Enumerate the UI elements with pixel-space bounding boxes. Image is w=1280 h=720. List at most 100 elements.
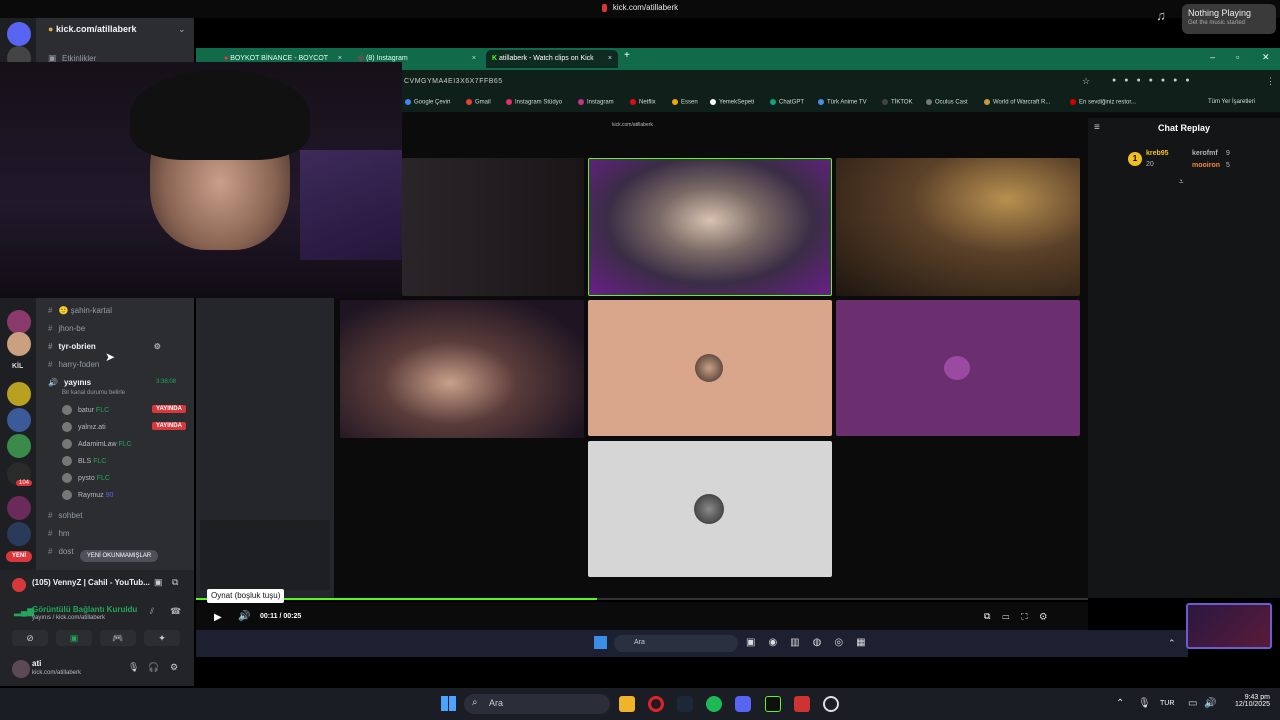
discord-icon[interactable] <box>735 696 751 712</box>
windows-icon[interactable] <box>594 636 607 649</box>
screen-share-button[interactable]: ▣ <box>56 630 92 646</box>
volume-icon[interactable]: 🔊 <box>1204 698 1216 709</box>
popout-icon[interactable]: ⧉ <box>172 577 178 588</box>
music-note-icon[interactable]: ♫ <box>1150 8 1172 30</box>
bookmark[interactable]: Gmail <box>466 99 491 106</box>
play-button[interactable]: ▶ <box>214 612 222 623</box>
chevron-up-icon[interactable]: ⌃ <box>1116 698 1124 709</box>
url-text[interactable]: CVMGYMA4EI3X6X7FFB65 <box>404 78 503 85</box>
taskbar-search[interactable]: Ara <box>464 694 610 714</box>
close-window-button[interactable]: ✕ <box>1262 52 1270 63</box>
chevron-up-icon[interactable]: ⌃ <box>1168 638 1176 649</box>
microphone-icon[interactable]: 🎙 <box>1138 698 1151 709</box>
close-icon[interactable]: × <box>608 50 612 68</box>
username[interactable]: ati <box>32 659 41 668</box>
camera-off-button[interactable]: ⊘ <box>12 630 48 646</box>
bookmark[interactable]: Essen <box>672 99 698 106</box>
voice-user[interactable]: BLS FLC <box>62 456 106 466</box>
bookmark[interactable]: Türk Anime TV <box>818 99 867 106</box>
inner-search[interactable]: Ara <box>614 635 738 652</box>
screen-icon[interactable]: ▣ <box>154 577 163 588</box>
now-playing-widget[interactable]: Nothing Playing Get the music started <box>1182 4 1276 34</box>
bookmark[interactable]: Oculus Cast <box>926 99 968 106</box>
bookmark[interactable]: ChatGPT <box>770 99 804 106</box>
language-indicator[interactable]: TUR <box>1160 700 1174 707</box>
soundboard-button[interactable]: ✦ <box>144 630 180 646</box>
activity-button[interactable]: 🎮 <box>100 630 136 646</box>
voice-user[interactable]: Raymuz 90 <box>62 490 113 500</box>
minimize-button[interactable]: – <box>1210 52 1215 62</box>
activity-title[interactable]: (105) VennyZ | Cahil - YouTub... <box>32 578 150 587</box>
bookmark[interactable]: Google Çeviri <box>405 99 450 106</box>
voice-user[interactable]: batur FLC <box>62 405 109 415</box>
maximize-button[interactable]: ▫ <box>1236 52 1239 62</box>
avatar[interactable] <box>12 660 30 678</box>
collapse-chat-icon[interactable]: ≡ <box>1094 122 1100 133</box>
chat-user[interactable]: mooiron <box>1192 162 1220 169</box>
bookmark[interactable]: TİKTOK <box>882 99 913 106</box>
player-right-controls[interactable]: ⧉▭⛶⚙ <box>984 611 1059 622</box>
server-name[interactable]: ● kick.com/atillaberk <box>48 24 137 34</box>
bookmark[interactable]: Netflix <box>630 99 656 106</box>
server-icon[interactable] <box>7 496 31 520</box>
new-badge[interactable]: YENİ <box>6 551 32 562</box>
channel-item[interactable]: # jhon-be <box>48 324 85 333</box>
app-icon[interactable] <box>794 696 810 712</box>
video-tile[interactable] <box>340 300 584 438</box>
channel-item[interactable]: # sohbet <box>48 511 82 520</box>
server-label-kil[interactable]: KİL <box>12 363 23 370</box>
server-icon[interactable] <box>7 310 31 334</box>
bookmark[interactable]: World of Warcraft R... <box>984 99 1050 106</box>
voice-user[interactable]: yalnız.ati <box>62 422 106 432</box>
channel-item[interactable]: # dost <box>48 547 74 556</box>
network-icon[interactable]: ▭ <box>1188 698 1197 709</box>
clock[interactable]: 9:43 pm 12/10/2025 <box>1224 694 1270 708</box>
server-icon[interactable] <box>7 382 31 406</box>
expand-icon[interactable]: ⩡ <box>1179 177 1184 187</box>
chevron-down-icon[interactable]: ⌄ <box>178 24 186 35</box>
menu-icon[interactable]: ⋮ <box>1266 76 1275 87</box>
video-tile[interactable] <box>836 158 1080 296</box>
noise-suppression-icon[interactable]: ⫽ <box>150 606 154 617</box>
browser-tab-active[interactable]: K atillaberk - Watch clips on Kick × <box>486 50 618 68</box>
voice-user[interactable]: pysto FLC <box>62 473 110 483</box>
close-icon[interactable]: × <box>472 50 476 68</box>
channel-item[interactable]: # hm <box>48 529 70 538</box>
server-icon[interactable] <box>7 434 31 458</box>
server-icon[interactable] <box>7 408 31 432</box>
microphone-icon[interactable]: 🎙 <box>128 662 139 673</box>
discord-home-icon[interactable] <box>7 22 31 46</box>
headphones-icon[interactable]: 🎧 <box>148 662 159 673</box>
app-icon[interactable] <box>823 696 839 712</box>
bookmark[interactable]: Instagram <box>578 99 614 106</box>
voice-user[interactable]: AdamimLaw FLC <box>62 439 132 449</box>
bookmark[interactable]: YemekSepeti <box>710 99 754 106</box>
file-explorer-icon[interactable] <box>619 696 635 712</box>
voice-channel[interactable]: 🔊 yayınıs <box>48 378 91 387</box>
chat-user[interactable]: kreb95 <box>1146 150 1169 157</box>
voice-status[interactable]: Bir kanal durumu belirle <box>62 390 125 396</box>
channel-item[interactable]: # harry-foden <box>48 360 99 369</box>
gear-icon[interactable]: ⚙ <box>170 662 178 673</box>
bookmark[interactable]: Instagram Stüdyo <box>506 99 562 106</box>
chat-user[interactable]: kerofmf <box>1192 150 1218 157</box>
start-icon[interactable] <box>441 696 456 711</box>
star-icon[interactable]: ☆ <box>1082 76 1090 87</box>
bookmark[interactable]: En sevdiğiniz restor... <box>1070 99 1136 106</box>
video-tile-active[interactable] <box>588 158 832 296</box>
channel-item[interactable]: # 🙂 şahin-kartal <box>48 306 112 315</box>
all-bookmarks[interactable]: Tüm Yer İşaretleri <box>1208 99 1255 105</box>
new-tab-button[interactable]: + <box>624 50 630 61</box>
extensions-icons[interactable]: ●●●●●●● <box>1112 77 1252 87</box>
volume-icon[interactable]: 🔊 <box>238 611 250 622</box>
spotify-icon[interactable] <box>706 696 722 712</box>
server-icon[interactable] <box>7 332 31 356</box>
opera-icon[interactable] <box>648 696 664 712</box>
settings-icon[interactable]: ⚙ <box>154 342 161 351</box>
video-tile[interactable] <box>402 158 584 296</box>
server-icon[interactable] <box>7 522 31 546</box>
disconnect-icon[interactable]: ☎ <box>170 606 181 617</box>
new-unread-button[interactable]: YENİ OKUNMAMIŞLAR <box>80 550 158 562</box>
connection-status[interactable]: Görüntülü Bağlantı Kuruldu <box>32 605 137 614</box>
steam-icon[interactable] <box>677 696 693 712</box>
